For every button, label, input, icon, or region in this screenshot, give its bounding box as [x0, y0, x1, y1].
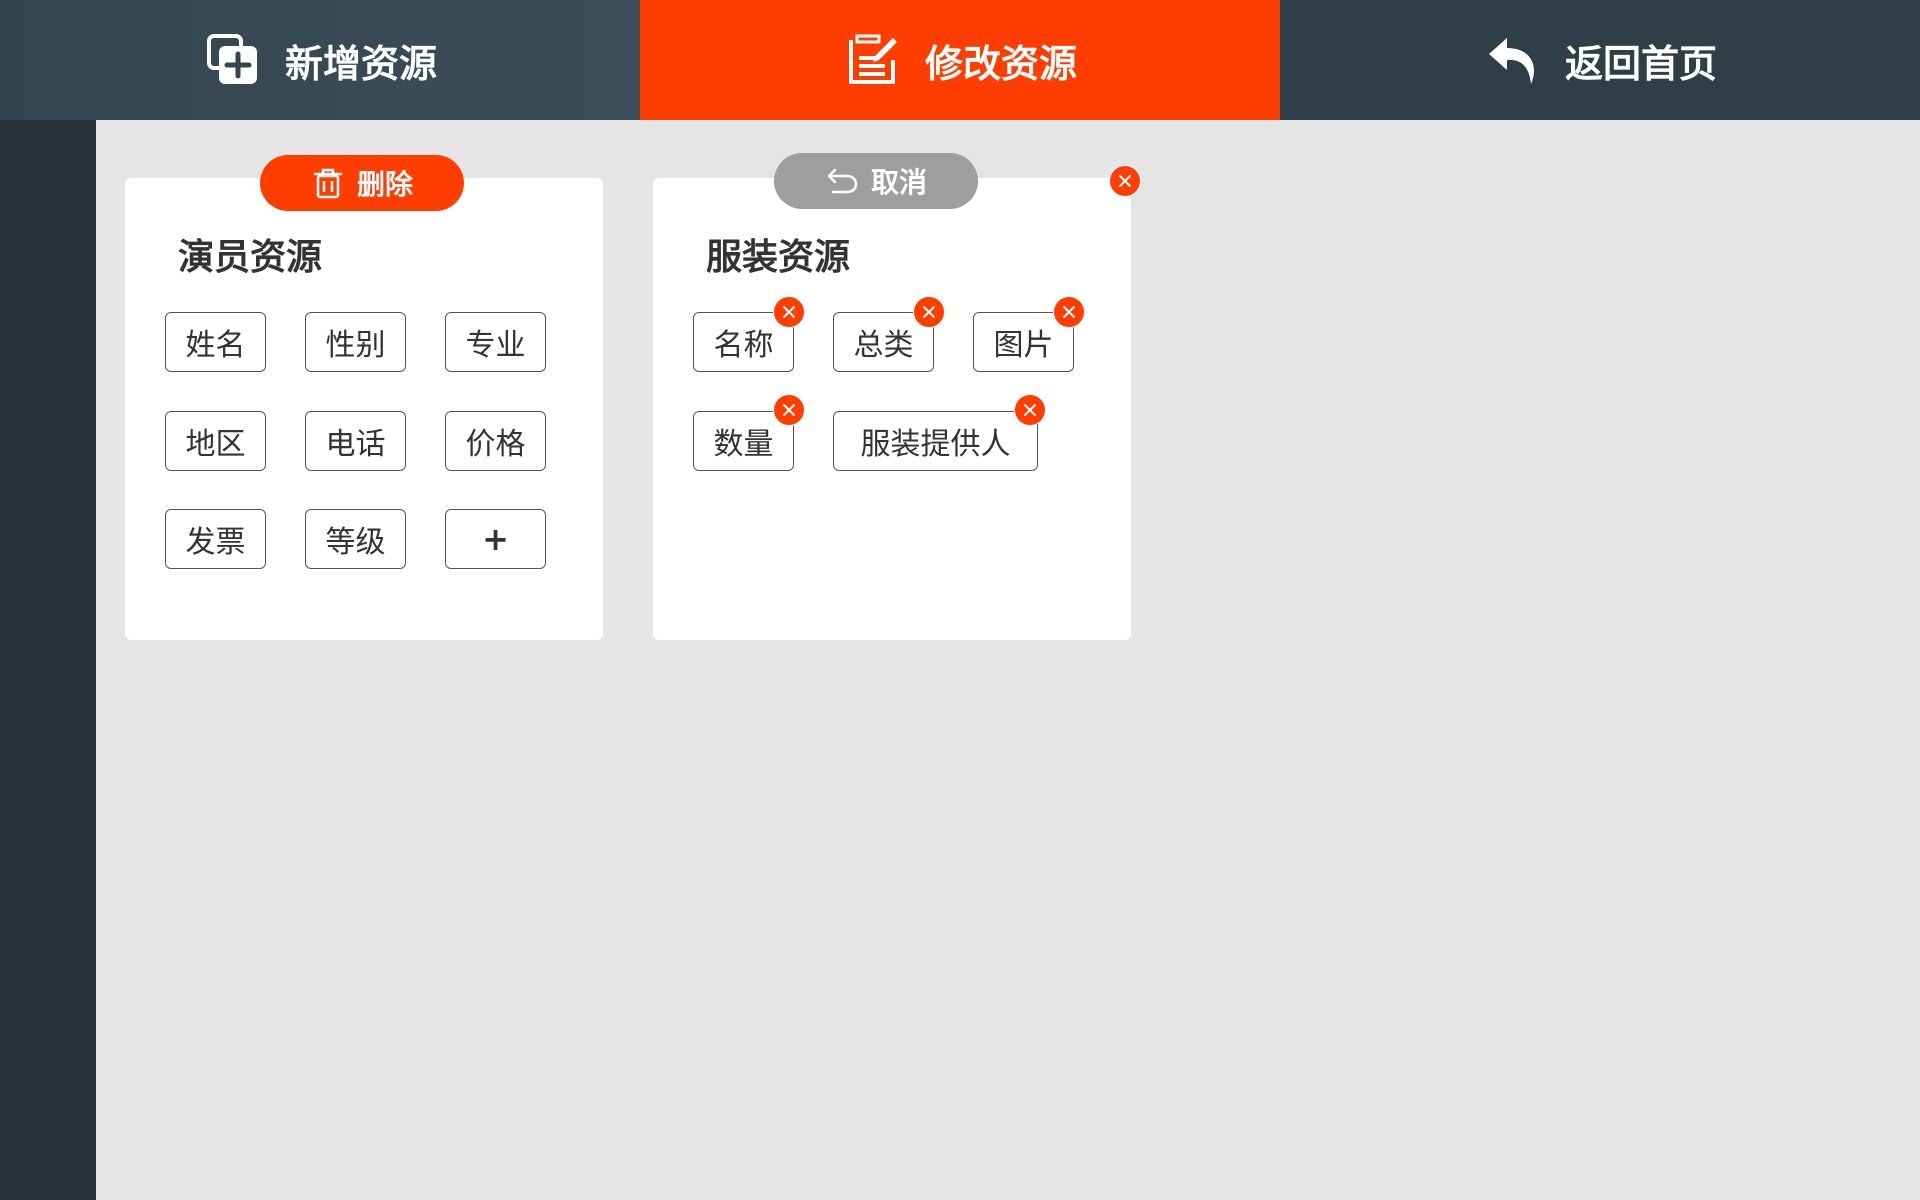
tab-label: 返回首页: [1564, 41, 1717, 86]
resource-card-costume[interactable]: 服装资源 名称 总类 图片 数量 服装提供人: [653, 165, 1141, 640]
remove-tag-icon[interactable]: [773, 394, 805, 426]
undo-icon: [827, 168, 858, 194]
remove-tag-icon[interactable]: [913, 296, 945, 328]
cancel-label: 取消: [870, 166, 927, 199]
add-copy-icon: [203, 30, 263, 90]
undo-arrow-icon: [1483, 30, 1543, 90]
tag-item[interactable]: 等级: [305, 509, 406, 569]
cancel-button[interactable]: 取消: [774, 153, 978, 209]
tab-edit-resource[interactable]: 修改资源: [640, 0, 1280, 120]
edit-document-icon: [843, 30, 903, 90]
add-tag-button[interactable]: +: [445, 509, 546, 569]
delete-label: 删除: [356, 168, 413, 201]
tag-item[interactable]: 电话: [305, 411, 406, 471]
remove-tag-icon[interactable]: [1053, 296, 1085, 328]
remove-tag-icon[interactable]: [1014, 394, 1046, 426]
tag-item[interactable]: 发票: [165, 509, 266, 569]
card-title: 演员资源: [178, 237, 323, 278]
resource-card-actor[interactable]: 演员资源 姓名 性别 专业 地区 电话 价格 发票 等级 +: [125, 178, 603, 640]
close-card-icon[interactable]: [1109, 165, 1141, 197]
remove-tag-icon[interactable]: [773, 296, 805, 328]
tab-label: 修改资源: [924, 41, 1077, 86]
tag-item[interactable]: 服装提供人: [833, 411, 1038, 471]
tag-item[interactable]: 价格: [445, 411, 546, 471]
trash-icon: [313, 168, 343, 199]
tab-label: 新增资源: [284, 41, 437, 86]
tag-item[interactable]: 姓名: [165, 312, 266, 372]
tag-item[interactable]: 性别: [305, 312, 406, 372]
card-title: 服装资源: [706, 237, 851, 278]
sidebar: [0, 120, 96, 1200]
tab-add-resource[interactable]: 新增资源: [0, 0, 640, 120]
top-navigation: 新增资源 修改资源 返回首页: [0, 0, 1920, 120]
tag-item[interactable]: 地区: [165, 411, 266, 471]
tag-item[interactable]: 专业: [445, 312, 546, 372]
tab-back-home[interactable]: 返回首页: [1280, 0, 1920, 120]
delete-button[interactable]: 删除: [260, 155, 464, 211]
